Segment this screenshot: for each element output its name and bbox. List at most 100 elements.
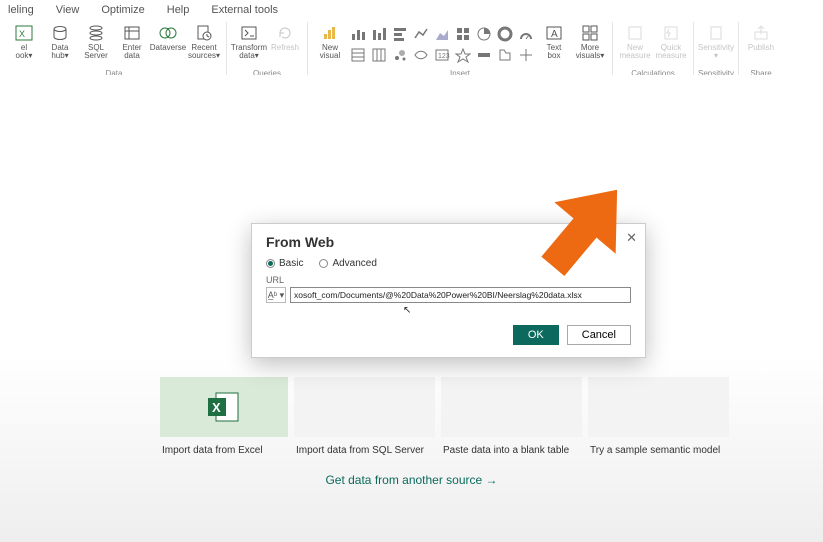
enter-data-icon [123,24,141,42]
quick-measure-icon [662,24,680,42]
group-data: X elook▾ Datahub▾ SQLServer Enterdata Da… [2,22,227,80]
label: data▾ [239,52,259,60]
visual-option-icon[interactable] [390,45,410,65]
visual-gallery: 123 [348,22,536,68]
more-visuals-button[interactable]: Morevisuals▾ [572,22,608,68]
group-share: Publish Share [739,22,783,80]
tile-label: Paste data into a blank table [441,445,582,456]
label: measure [655,52,686,60]
label: Refresh [271,44,299,52]
data-hub-button[interactable]: Datahub▾ [42,22,78,68]
label: sources▾ [188,52,220,60]
text-box-icon: A [545,24,563,42]
cancel-button[interactable]: Cancel [567,325,631,345]
new-visual-icon [321,24,339,42]
publish-icon [752,24,770,42]
excel-icon: X [15,24,33,42]
label: ook▾ [16,52,33,60]
transform-data-button[interactable]: Transformdata▾ [231,22,267,68]
label: Advanced [332,258,376,269]
excel-workbook-button[interactable]: X elook▾ [6,22,42,68]
tile-label: Import data from Excel [160,445,288,456]
radio-dot-icon [319,259,328,268]
start-tiles: X [160,377,729,437]
visual-option-icon[interactable] [453,24,473,44]
tile-label: Try a sample semantic model [588,445,729,456]
visual-option-icon[interactable] [348,45,368,65]
refresh-icon [276,24,294,42]
publish-button[interactable]: Publish [743,22,779,68]
tab-external-tools[interactable]: External tools [209,2,280,20]
visual-option-icon[interactable] [432,24,452,44]
close-icon[interactable]: ✕ [626,230,637,246]
new-measure-button[interactable]: Newmeasure [617,22,653,68]
visual-option-icon[interactable] [516,24,536,44]
group-sensitivity: Sensitivity▾ Sensitivity [694,22,739,80]
tab-help[interactable]: Help [165,2,192,20]
visual-option-icon[interactable] [495,45,515,65]
ok-button[interactable]: OK [513,325,559,345]
menu-tabs: leling View Optimize Help External tools [0,0,823,20]
sensitivity-icon [707,24,725,42]
tab-view[interactable]: View [54,2,82,20]
visual-option-icon[interactable] [495,24,515,44]
visual-option-icon[interactable] [369,45,389,65]
label: Basic [279,258,303,269]
svg-text:123: 123 [438,53,450,60]
url-input[interactable] [290,287,631,303]
visual-option-icon[interactable] [348,24,368,44]
visual-option-icon[interactable] [390,24,410,44]
tab-optimize[interactable]: Optimize [99,2,146,20]
dataverse-icon [159,24,177,42]
recent-sources-button[interactable]: Recentsources▾ [186,22,222,68]
data-hub-icon [51,24,69,42]
svg-text:X: X [212,400,221,415]
label: Server [84,52,108,60]
label: Publish [748,44,774,52]
label: ▾ [714,52,718,60]
label: box [548,52,561,60]
tile-paste-blank[interactable] [441,377,582,437]
visual-option-icon[interactable] [411,45,431,65]
measure-icon [626,24,644,42]
group-queries: Transformdata▾ Refresh Queries [227,22,308,80]
svg-text:X: X [19,29,25,39]
radio-advanced[interactable]: Advanced [319,258,376,269]
radio-dot-icon [266,259,275,268]
more-visuals-icon [581,24,599,42]
label: visual [320,52,340,60]
tile-import-excel[interactable]: X [160,377,288,437]
tile-sample-model[interactable] [588,377,729,437]
sql-server-button[interactable]: SQLServer [78,22,114,68]
sql-icon [87,24,105,42]
group-calculations: Newmeasure Quickmeasure Calculations [613,22,694,80]
sensitivity-button[interactable]: Sensitivity▾ [698,22,734,68]
dataverse-button[interactable]: Dataverse [150,22,186,68]
visual-option-icon[interactable] [369,24,389,44]
ribbon: X elook▾ Datahub▾ SQLServer Enterdata Da… [0,20,823,81]
text-box-button[interactable]: A Textbox [536,22,572,68]
quick-measure-button[interactable]: Quickmeasure [653,22,689,68]
radio-basic[interactable]: Basic [266,258,303,269]
visual-option-icon[interactable] [474,24,494,44]
tile-import-sql[interactable] [294,377,435,437]
transform-icon [240,24,258,42]
label: Dataverse [150,44,186,52]
visual-option-icon[interactable] [411,24,431,44]
visual-option-icon[interactable] [474,45,494,65]
tile-labels: Import data from Excel Import data from … [160,445,729,456]
new-visual-button[interactable]: Newvisual [312,22,348,68]
from-web-dialog: ✕ From Web Basic Advanced URL A̲ᵇ ▾ OK C… [251,223,646,358]
url-label: URL [266,275,631,285]
enter-data-button[interactable]: Enterdata [114,22,150,68]
dialog-title: From Web [266,234,631,250]
tab-modeling[interactable]: leling [6,2,36,20]
url-prefix-button[interactable]: A̲ᵇ ▾ [266,287,286,303]
visual-option-icon[interactable]: 123 [432,45,452,65]
recent-icon [195,24,213,42]
visual-option-icon[interactable] [453,45,473,65]
visual-option-icon[interactable] [516,45,536,65]
label: hub▾ [51,52,68,60]
get-data-link[interactable]: Get data from another source → [0,473,823,487]
refresh-button[interactable]: Refresh [267,22,303,68]
